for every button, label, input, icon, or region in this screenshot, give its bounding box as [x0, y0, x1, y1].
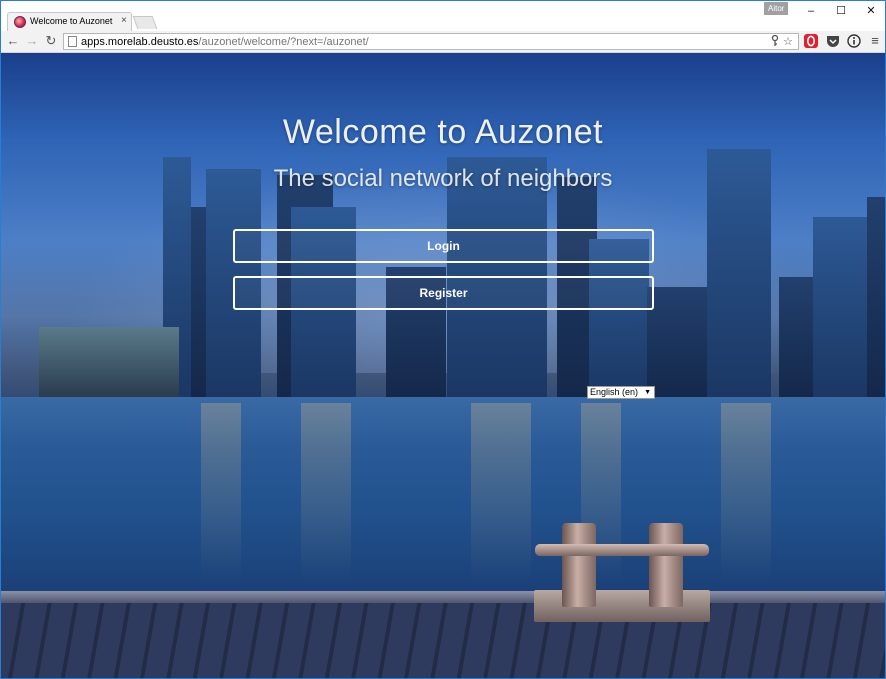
skyline-building: [39, 327, 179, 397]
url-host: apps.morelab.deusto.es: [81, 36, 199, 48]
url-text[interactable]: apps.morelab.deusto.es/auzonet/welcome/?…: [81, 36, 369, 48]
login-button[interactable]: Login: [233, 229, 654, 263]
browser-toolbar: ← → ↻ apps.morelab.deusto.es/auzonet/wel…: [1, 31, 885, 53]
forward-button[interactable]: →: [24, 33, 40, 49]
menu-icon[interactable]: ≡: [868, 34, 882, 48]
page-subtitle: The social network of neighbors: [273, 165, 613, 192]
skyline-building: [813, 217, 867, 397]
close-window-button[interactable]: ✕: [856, 1, 885, 21]
register-button[interactable]: Register: [233, 276, 654, 310]
light-reflection: [201, 403, 241, 583]
bollard-base: [534, 590, 710, 622]
url-path: /auzonet/welcome/?next=/auzonet/: [198, 36, 369, 48]
browser-window: Welcome to Auzonet × Aitor – ☐ ✕ ← → ↻ a…: [0, 0, 886, 679]
reload-button[interactable]: ↻: [43, 33, 59, 49]
tab-active[interactable]: Welcome to Auzonet ×: [7, 12, 132, 31]
bollard-post: [562, 523, 596, 607]
tab-title: Welcome to Auzonet: [30, 16, 113, 26]
light-reflection: [471, 403, 531, 583]
light-reflection: [721, 403, 771, 583]
pier-edge: [1, 591, 885, 603]
maximize-button[interactable]: ☐: [826, 1, 856, 21]
tab-close-icon[interactable]: ×: [121, 15, 127, 27]
pocket-icon[interactable]: [826, 34, 840, 48]
light-reflection: [301, 403, 351, 583]
info-icon[interactable]: [847, 34, 861, 48]
tab-strip: Welcome to Auzonet × Aitor – ☐ ✕: [1, 1, 885, 31]
language-selected: English (en): [590, 387, 639, 397]
language-select[interactable]: English (en) ▼: [587, 386, 655, 399]
opera-extension-icon[interactable]: [804, 34, 818, 48]
auzonet-favicon-icon: [14, 16, 26, 28]
page-content: Welcome to Auzonet The social network of…: [1, 53, 885, 678]
pier-deck: [1, 591, 885, 678]
skyline-building: [779, 277, 817, 397]
page-title: Welcome to Auzonet: [282, 113, 604, 151]
page-icon: [68, 36, 77, 47]
bookmark-star-icon[interactable]: ☆: [783, 35, 793, 49]
bollard-bar: [535, 544, 709, 556]
new-tab-button[interactable]: [132, 16, 158, 29]
key-icon[interactable]: [770, 34, 780, 51]
skyline-building: [867, 197, 885, 397]
dropdown-arrow-icon: ▼: [644, 389, 651, 396]
address-bar[interactable]: apps.morelab.deusto.es/auzonet/welcome/?…: [63, 33, 799, 50]
bollard-post: [649, 523, 683, 607]
profile-badge[interactable]: Aitor: [764, 2, 789, 15]
back-button[interactable]: ←: [5, 33, 21, 49]
minimize-button[interactable]: –: [796, 1, 826, 21]
